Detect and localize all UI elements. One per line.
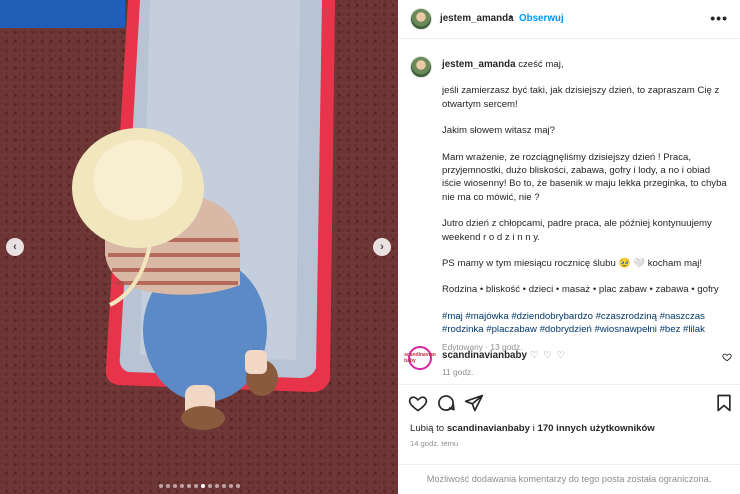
likes-mid: i: [532, 423, 535, 434]
caption-hashtags[interactable]: #maj #majówka #dziendobrybardzo #czaszro…: [442, 310, 727, 337]
follow-button[interactable]: Obserwuj: [519, 13, 564, 24]
post-caption: jestem_amanda cześć maj, jeśli zamierzas…: [398, 40, 740, 352]
previous-slide-button[interactable]: ‹: [6, 238, 24, 256]
caption-paragraph: Jutro dzień z chłopcami, padre praca, al…: [442, 218, 712, 243]
post-actions: Lubią to scandinavianbaby i 170 innych u…: [398, 384, 740, 464]
caption-username[interactable]: jestem_amanda: [442, 59, 516, 70]
share-icon[interactable]: [464, 393, 484, 413]
post-photo[interactable]: ‹ ›: [0, 0, 398, 494]
carousel-dot: [221, 484, 226, 488]
bookmark-icon[interactable]: [714, 393, 734, 413]
caption-paragraph: Jakim słowem witasz maj?: [442, 125, 556, 137]
chevron-right-icon: ›: [380, 241, 384, 253]
carousel-dot: [228, 484, 233, 488]
caption-first-line: cześć maj,: [518, 59, 564, 70]
instagram-post-view: ‹ › jestem_amanda • Obserwuj ••• jestem_…: [0, 0, 740, 494]
commenter-avatar-text: scandinavian baby: [404, 352, 436, 364]
heart-icon[interactable]: [722, 352, 732, 365]
author-avatar[interactable]: [410, 8, 432, 30]
carousel-dot: [214, 484, 219, 488]
carousel-dot: [200, 484, 205, 488]
carousel-dot: [235, 484, 240, 488]
likes-others[interactable]: 170 innych użytkowników: [537, 423, 654, 434]
commenter-avatar[interactable]: scandinavian baby: [404, 346, 436, 370]
author-username[interactable]: jestem_amanda: [440, 13, 514, 24]
carousel-dot: [207, 484, 212, 488]
child-shoe: [181, 406, 225, 430]
carousel-dot: [186, 484, 191, 488]
caption-paragraph: PS mamy w tym miesiącu rocznicę ślubu 🥹 …: [442, 258, 703, 270]
next-slide-button[interactable]: ›: [373, 238, 391, 256]
likes-prefix: Lubią to: [410, 423, 445, 434]
carousel-indicator: [0, 484, 398, 488]
carousel-dot: [179, 484, 184, 488]
carousel-dot: [172, 484, 177, 488]
caption-paragraph: Mam wrażenie, że rozciągnęliśmy dzisiejs…: [442, 151, 727, 203]
post-side-panel: jestem_amanda • Obserwuj ••• jestem_aman…: [398, 0, 740, 494]
comment-timestamp: 11 godz.: [442, 367, 474, 377]
comment-icon[interactable]: [436, 393, 456, 413]
likes-summary[interactable]: Lubią to scandinavianbaby i 170 innych u…: [410, 423, 655, 434]
comment-text: ♡ ♡ ♡: [529, 350, 567, 361]
photo-scene: [72, 0, 335, 430]
carousel-dot: [193, 484, 198, 488]
chevron-left-icon: ‹: [13, 241, 17, 253]
post-timestamp: 14 godz. temu: [410, 439, 459, 448]
more-options-icon[interactable]: •••: [710, 10, 728, 26]
carousel-dot: [165, 484, 170, 488]
post-header: jestem_amanda • Obserwuj •••: [398, 0, 740, 39]
caption-paragraph: Rodzina • bliskość • dzieci • masaż • pl…: [442, 284, 719, 296]
comment-row: scandinavian baby scandinavianbaby ♡ ♡ ♡ …: [398, 344, 740, 384]
commenter-username[interactable]: scandinavianbaby: [442, 350, 527, 361]
heart-icon[interactable]: [408, 393, 428, 413]
comments-restricted-notice: Możliwość dodawania komentarzy do tego p…: [398, 464, 740, 494]
header-separator: •: [509, 12, 513, 23]
caption-author-avatar[interactable]: [410, 56, 432, 78]
caption-paragraph: jeśli zamierzasz być taki, jak dzisiejsz…: [442, 85, 720, 110]
likes-username[interactable]: scandinavianbaby: [447, 423, 530, 434]
caption-text: jestem_amanda cześć maj, jeśli zamierzas…: [442, 58, 727, 354]
carousel-dot: [158, 484, 163, 488]
